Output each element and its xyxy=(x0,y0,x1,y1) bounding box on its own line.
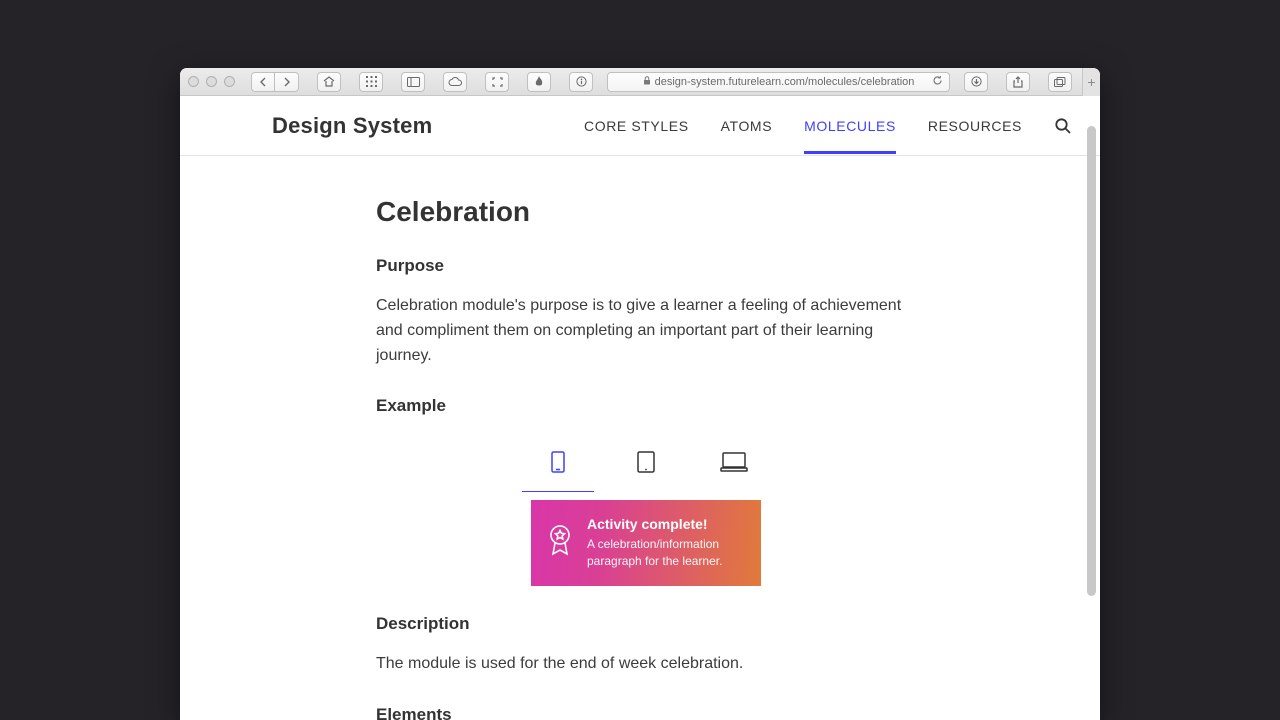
sidebar-toggle-button[interactable] xyxy=(401,72,425,92)
minimize-window-button[interactable] xyxy=(206,76,217,87)
nav-resources[interactable]: RESOURCES xyxy=(928,98,1022,154)
search-icon[interactable] xyxy=(1054,117,1072,135)
home-button[interactable] xyxy=(317,72,341,92)
purpose-heading: Purpose xyxy=(376,256,916,276)
reload-icon[interactable] xyxy=(932,75,943,89)
nav-molecules[interactable]: MOLECULES xyxy=(804,98,896,154)
example-heading: Example xyxy=(376,396,916,416)
site-header: Design System CORE STYLES ATOMS MOLECULE… xyxy=(180,96,1100,156)
celebration-card: Activity complete! A celebration/informa… xyxy=(531,500,761,586)
scrollbar[interactable] xyxy=(1084,96,1098,720)
window-controls xyxy=(188,76,235,87)
address-bar[interactable]: design-system.futurelearn.com/molecules/… xyxy=(607,72,950,92)
close-window-button[interactable] xyxy=(188,76,199,87)
device-desktop[interactable] xyxy=(708,442,760,482)
zoom-window-button[interactable] xyxy=(224,76,235,87)
nav-back-forward xyxy=(251,72,299,92)
grid-button[interactable] xyxy=(359,72,383,92)
description-text: The module is used for the end of week c… xyxy=(376,652,916,677)
share-icon[interactable] xyxy=(1006,72,1030,92)
site-brand[interactable]: Design System xyxy=(272,113,432,139)
fullscreen-button[interactable] xyxy=(485,72,509,92)
url-text: design-system.futurelearn.com/molecules/… xyxy=(655,76,915,88)
new-tab-button[interactable]: + xyxy=(1082,68,1100,96)
device-tabs xyxy=(376,442,916,482)
card-title: Activity complete! xyxy=(587,516,745,532)
description-heading: Description xyxy=(376,614,916,634)
medal-icon xyxy=(547,524,573,561)
tabs-icon[interactable] xyxy=(1048,72,1072,92)
forward-button[interactable] xyxy=(275,72,299,92)
lock-icon xyxy=(643,76,651,87)
scrollbar-thumb[interactable] xyxy=(1087,126,1096,596)
browser-window: design-system.futurelearn.com/molecules/… xyxy=(180,68,1100,720)
elements-heading: Elements xyxy=(376,705,916,720)
download-icon[interactable] xyxy=(964,72,988,92)
cloud-button[interactable] xyxy=(443,72,467,92)
flame-icon[interactable] xyxy=(527,72,551,92)
back-button[interactable] xyxy=(251,72,275,92)
info-icon[interactable] xyxy=(569,72,593,92)
device-tablet[interactable] xyxy=(620,442,672,482)
device-phone[interactable] xyxy=(532,442,584,482)
primary-nav: CORE STYLES ATOMS MOLECULES RESOURCES xyxy=(584,98,1072,154)
page-title: Celebration xyxy=(376,196,916,228)
browser-toolbar: design-system.futurelearn.com/molecules/… xyxy=(180,68,1100,96)
card-text: A celebration/information paragraph for … xyxy=(587,536,745,570)
page-content: Celebration Purpose Celebration module's… xyxy=(180,156,1100,720)
nav-atoms[interactable]: ATOMS xyxy=(721,98,773,154)
purpose-text: Celebration module's purpose is to give … xyxy=(376,294,916,368)
nav-core-styles[interactable]: CORE STYLES xyxy=(584,98,689,154)
